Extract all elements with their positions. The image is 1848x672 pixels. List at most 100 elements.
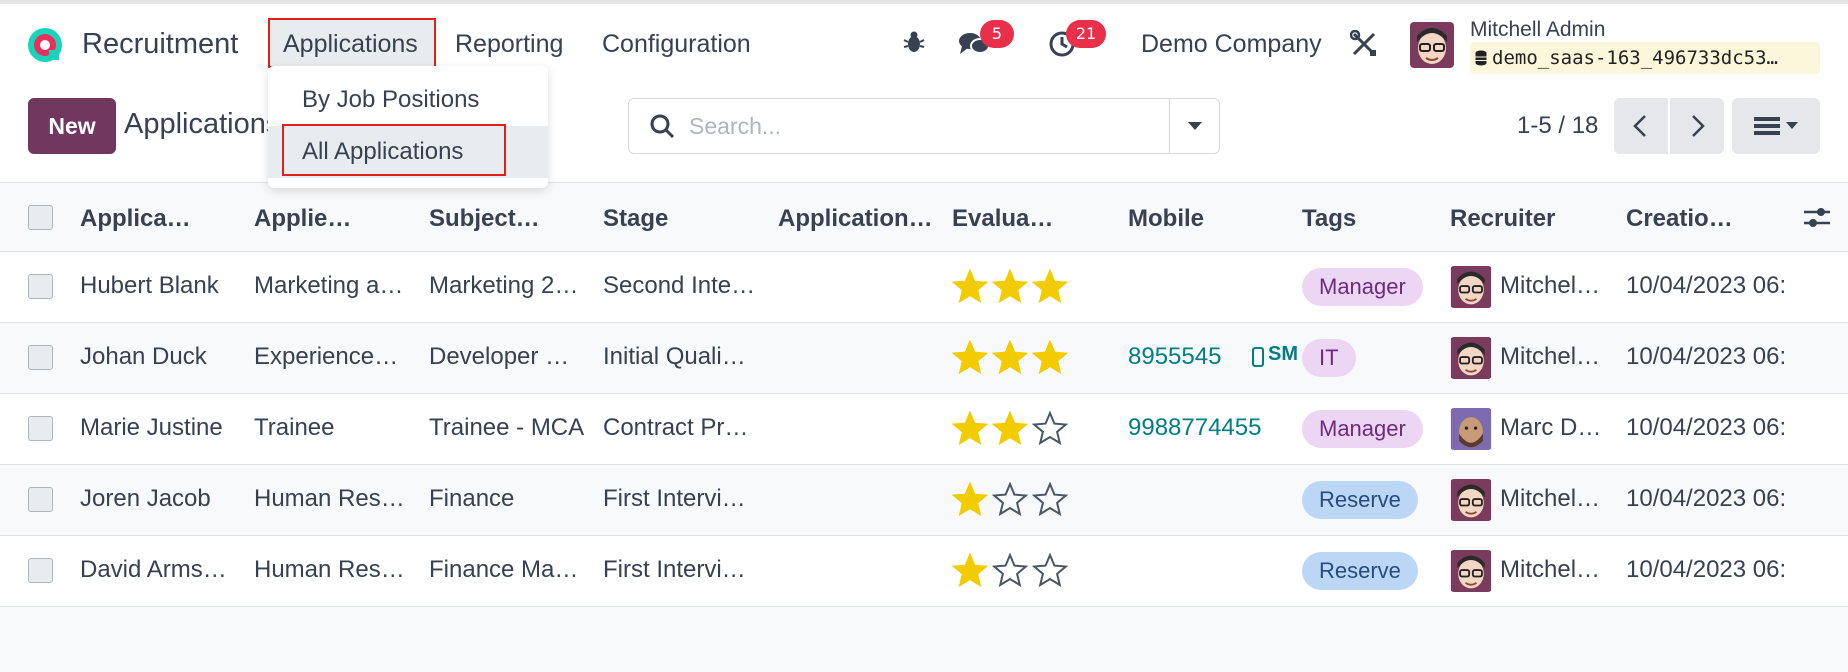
cell-creation-date: 10/04/2023 06: (1626, 485, 1787, 512)
pager-next-button[interactable] (1670, 98, 1724, 154)
cell-recruiter: Mitchel… (1500, 556, 1601, 583)
cell-recruiter: Marc D… (1500, 414, 1602, 441)
cell-creation-date: 10/04/2023 06: (1626, 556, 1787, 583)
cell-recruiter: Mitchel… (1500, 485, 1601, 512)
evaluation-stars[interactable] (952, 340, 1078, 376)
cell-mobile[interactable]: 9988774455 (1128, 414, 1261, 442)
evaluation-stars[interactable] (952, 269, 1078, 305)
star-icon (1031, 340, 1069, 375)
evaluation-stars[interactable] (952, 482, 1078, 518)
pager-previous-button[interactable] (1614, 98, 1668, 154)
menu-item-all-applications[interactable]: All Applications (302, 138, 463, 166)
column-applied-job[interactable]: Applie… (254, 205, 404, 233)
tools-icon[interactable] (1350, 30, 1378, 58)
column-subject[interactable]: Subject… (429, 205, 579, 233)
cell-subject: Trainee - MCA (429, 414, 585, 441)
cell-subject: Marketing 2… (429, 272, 579, 299)
tag-badge: Manager (1302, 268, 1423, 306)
bug-icon[interactable] (903, 30, 925, 54)
column-mobile[interactable]: Mobile (1128, 205, 1278, 233)
recruiter-avatar (1450, 266, 1492, 308)
messages-badge: 5 (980, 20, 1014, 48)
cell-applicant: Hubert Blank (80, 272, 219, 299)
recruiter-avatar (1450, 337, 1492, 379)
recruitment-logo[interactable] (26, 26, 64, 64)
new-button[interactable]: New (28, 98, 116, 154)
column-applicant[interactable]: Applica… (80, 205, 230, 233)
list-view-icon (1754, 117, 1798, 135)
view-switcher-button[interactable] (1732, 98, 1820, 154)
evaluation-stars[interactable] (952, 553, 1078, 589)
cell-subject: Finance Ma… (429, 556, 579, 583)
menu-reporting[interactable]: Reporting (455, 30, 563, 59)
cell-recruiter: Mitchel… (1500, 343, 1601, 370)
cell-applicant: David Arms… (80, 556, 227, 583)
search-options-toggle[interactable] (1169, 99, 1219, 153)
row-checkbox[interactable] (28, 345, 53, 370)
row-checkbox[interactable] (28, 274, 53, 299)
cell-stage: Contract Pr… (603, 414, 749, 441)
tag-badge: Manager (1302, 410, 1423, 448)
star-icon (952, 553, 989, 588)
row-checkbox[interactable] (28, 416, 53, 441)
company-switcher[interactable]: Demo Company (1141, 30, 1322, 59)
evaluation-stars[interactable] (952, 411, 1078, 447)
search-bar[interactable]: Search... (628, 98, 1220, 154)
user-name[interactable]: Mitchell Admin (1470, 18, 1605, 42)
star-icon (991, 553, 1029, 588)
pager-value[interactable]: 1-5 / 18 (1517, 112, 1598, 140)
menu-configuration[interactable]: Configuration (602, 30, 751, 59)
database-icon (1475, 50, 1487, 66)
row-checkbox[interactable] (28, 487, 53, 512)
cell-mobile[interactable]: 8955545 (1128, 343, 1221, 371)
star-icon (1031, 553, 1069, 588)
table-row[interactable]: Johan Duck Experience… Developer … Initial … (0, 323, 1848, 394)
star-icon (991, 411, 1029, 446)
database-name: demo_saas-163_496733dc53… (1492, 47, 1778, 69)
menu-applications[interactable]: Applications (283, 30, 418, 59)
sms-button[interactable]: SMS (1268, 343, 1298, 366)
column-evaluation[interactable]: Evalua… (952, 205, 1102, 233)
table-row[interactable]: Marie Justine Trainee Trainee - MCA Contrac… (0, 394, 1848, 465)
search-input[interactable]: Search... (689, 113, 781, 140)
cell-applied-job: Human Res… (254, 485, 405, 512)
column-application[interactable]: Application… (778, 205, 938, 233)
page-title: Applications (124, 108, 281, 140)
cell-applicant: Marie Justine (80, 414, 223, 441)
caret-down-icon (1188, 122, 1202, 130)
cell-stage: Initial Quali… (603, 343, 746, 370)
recruiter-avatar (1450, 479, 1492, 521)
applications-dropdown: By Job Positions All Applications (268, 66, 548, 188)
cell-applied-job: Experience… (254, 343, 399, 370)
select-all-checkbox[interactable] (28, 205, 53, 230)
column-creation-date[interactable]: Creatio… (1626, 205, 1776, 233)
optional-columns-icon[interactable] (1804, 207, 1830, 229)
table-header: Applica… Applie… Subject… Stage Applicat… (0, 182, 1848, 252)
cell-stage: First Intervi… (603, 485, 746, 512)
recruiter-avatar (1450, 408, 1492, 450)
star-icon (952, 269, 989, 304)
table-row[interactable]: Hubert Blank Marketing a… Marketing 2… Seco… (0, 252, 1848, 323)
star-icon (952, 482, 989, 517)
table-row[interactable]: Joren Jacob Human Res… Finance First Interv… (0, 465, 1848, 536)
column-stage[interactable]: Stage (603, 205, 753, 233)
column-tags[interactable]: Tags (1302, 205, 1442, 233)
cell-recruiter: Mitchel… (1500, 272, 1601, 299)
search-icon (650, 114, 675, 139)
app-name[interactable]: Recruitment (82, 28, 238, 61)
column-recruiter[interactable]: Recruiter (1450, 205, 1610, 233)
star-icon (1031, 269, 1069, 304)
menu-item-by-job-positions[interactable]: By Job Positions (302, 86, 479, 114)
star-icon (991, 340, 1029, 375)
user-avatar[interactable] (1410, 22, 1454, 68)
cell-applied-job: Human Res… (254, 556, 405, 583)
chevron-left-icon (1633, 115, 1646, 137)
table-row[interactable]: David Arms… Human Res… Finance Ma… First In… (0, 536, 1848, 607)
activities-badge: 21 (1066, 20, 1106, 48)
row-checkbox[interactable] (28, 558, 53, 583)
cell-stage: First Intervi… (603, 556, 746, 583)
cell-creation-date: 10/04/2023 06: (1626, 343, 1787, 370)
cell-stage: Second Inte… (603, 272, 756, 299)
cell-subject: Developer … (429, 343, 570, 370)
mobile-icon (1252, 347, 1264, 367)
